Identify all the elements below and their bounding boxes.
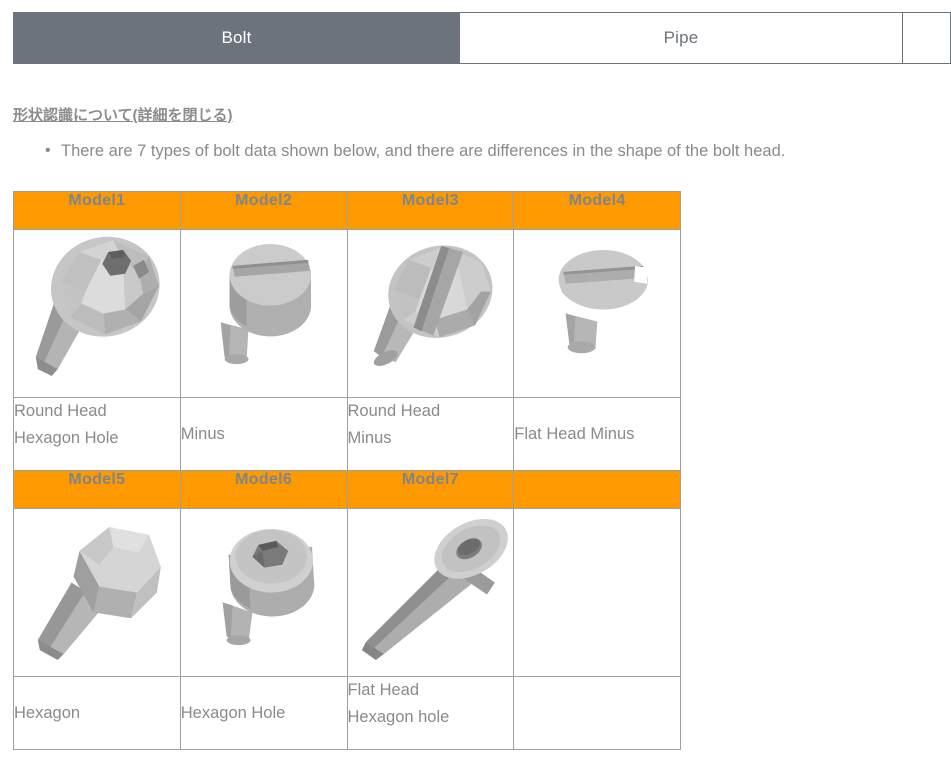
bolt-flat-head-minus-icon [558,249,649,354]
model-header-cell: Model2 [179,191,348,230]
bolt-image-cell-model2 [179,229,348,398]
bolt-image-cell-model5 [13,508,181,677]
bolt-image-cell-model1 [13,229,181,398]
tab-bar: Bolt Pipe [13,12,951,64]
bolt-label-line: Hexagon Hole [14,428,119,447]
table-row: Model5 Model6 Model7 [13,470,681,509]
tab-bolt[interactable]: Bolt [13,12,460,64]
bolt-image-cell-model4 [513,229,681,398]
bolt-flat-head-hexagon-hole-icon [361,518,508,660]
bolt-label-cell-empty [513,676,681,750]
model-header-cell: Model1 [13,191,181,230]
table-row: Hexagon Hexagon Hole Flat Head Hexagon h… [13,676,681,750]
bolt-label-line: Hexagon Hole [180,703,286,722]
bolt-minus-icon [220,244,311,365]
note-text: There are 7 types of bolt data shown bel… [61,142,786,160]
table-row: Round Head Hexagon Hole Minus Round Head… [13,397,681,471]
bolt-label-line: Round Head [14,402,107,420]
table-row [13,508,681,677]
bolt-model-table: Model1 Model2 Model3 Model4 Round Head H… [13,191,681,750]
model-header-cell-empty [513,470,681,509]
bolt-image-cell-empty [513,508,681,677]
bolt-label-cell-model3: Round Head Minus [346,397,515,471]
tab-pipe-label: Pipe [663,28,699,47]
bolt-hexagon-hole-icon [222,528,315,646]
bolt-label-line: Flat Head [347,681,420,699]
bolt-image-cell-model6 [179,508,348,677]
bolt-label-line: Round Head [347,402,441,420]
bolt-label-cell-model1: Round Head Hexagon Hole [13,397,181,471]
tab-overflow[interactable] [903,12,951,64]
bolt-round-head-hexagon-hole-icon [35,236,160,377]
bolt-label-cell-model5: Hexagon [13,676,181,750]
shape-recognition-toggle-link[interactable]: 形状認識について(詳細を閉じる) [13,104,233,125]
model-header-cell: Model7 [346,470,515,509]
bolt-label-line: Minus [347,428,392,447]
model-header-cell: Model6 [179,470,348,509]
bolt-label-cell-model7: Flat Head Hexagon hole [346,676,515,750]
bolt-hexagon-icon [37,526,161,660]
table-row [13,229,681,398]
list-item: There are 7 types of bolt data shown bel… [45,140,786,163]
tab-bolt-label: Bolt [221,28,252,47]
model-header-cell: Model4 [513,191,681,230]
tab-pipe[interactable]: Pipe [460,12,903,64]
table-row: Model1 Model2 Model3 Model4 [13,191,681,230]
bolt-label-cell-model2: Minus [179,397,348,471]
bolt-label-line: Hexagon hole [347,707,450,726]
bolt-label-line: Hexagon [14,703,81,722]
page-root: Bolt Pipe 形状認識について(詳細を閉じる) There are 7 t… [0,0,951,770]
bolt-label-cell-model6: Hexagon Hole [179,676,348,750]
bolt-label-line: Flat Head Minus [514,424,635,443]
bolt-image-cell-model7 [346,508,515,677]
model-header-cell: Model5 [13,470,181,509]
notes-list: There are 7 types of bolt data shown bel… [13,140,785,163]
bolt-label-cell-model4: Flat Head Minus [513,397,681,471]
bolt-image-cell-model3 [346,229,515,398]
model-header-cell: Model3 [346,191,515,230]
bolt-round-head-minus-icon [373,245,492,366]
bolt-label-line: Minus [180,424,225,443]
